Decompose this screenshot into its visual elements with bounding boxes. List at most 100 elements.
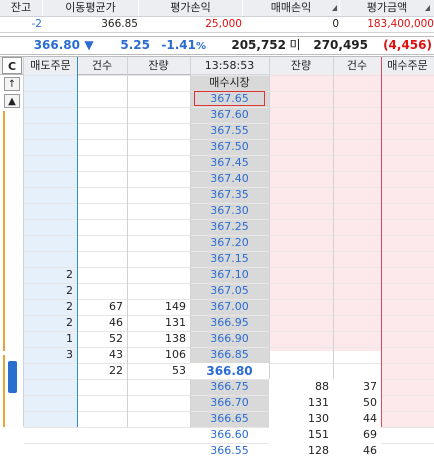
- price-change: 5.25: [120, 38, 150, 52]
- sell-order-cell[interactable]: [24, 187, 77, 203]
- ask-price-cell[interactable]: 367.35: [190, 187, 269, 203]
- buy-qty-cell[interactable]: 130: [269, 411, 333, 427]
- scrollbar-thumb[interactable]: [8, 361, 17, 393]
- ask-price-cell[interactable]: 367.40: [190, 171, 269, 187]
- current-price-cell[interactable]: 366.80: [190, 363, 269, 379]
- buy-count-cell[interactable]: 50: [333, 395, 381, 411]
- sell-count-cell[interactable]: [77, 283, 127, 299]
- down-arrow-icon: ▼: [84, 38, 94, 52]
- sell-qty-cell[interactable]: [127, 267, 190, 283]
- sell-count-cell[interactable]: [77, 203, 127, 219]
- sell-qty-cell[interactable]: [127, 155, 190, 171]
- current-qty-cell[interactable]: 53: [127, 363, 190, 379]
- sell-count-cell[interactable]: [77, 91, 127, 107]
- ask-price-cell[interactable]: 366.85: [190, 347, 269, 363]
- sell-order-cell[interactable]: 2: [24, 267, 77, 283]
- ask-price-cell[interactable]: 366.90: [190, 331, 269, 347]
- bid-price-cell[interactable]: 366.75: [190, 379, 269, 395]
- sell-qty-cell[interactable]: [127, 107, 190, 123]
- sell-count-cell[interactable]: 43: [77, 347, 127, 363]
- current-count-cell[interactable]: 22: [77, 363, 127, 379]
- sell-qty-cell[interactable]: [127, 251, 190, 267]
- ask-price-cell[interactable]: 367.15: [190, 251, 269, 267]
- buy-qty-cell[interactable]: 131: [269, 395, 333, 411]
- avg-price-value: 366.85: [101, 18, 138, 30]
- sell-count-cell[interactable]: [77, 107, 127, 123]
- header-sort-icon[interactable]: [332, 5, 337, 11]
- ask-price-cell[interactable]: 367.10: [190, 267, 269, 283]
- header-trade-pl: 매매손익: [243, 0, 339, 16]
- bid-price-cell[interactable]: 366.70: [190, 395, 269, 411]
- sell-qty-cell[interactable]: 138: [127, 331, 190, 347]
- sell-order-cell[interactable]: 2: [24, 283, 77, 299]
- buy-qty-cell[interactable]: 151: [269, 427, 333, 443]
- sell-order-cell[interactable]: [24, 123, 77, 139]
- ask-price-cell[interactable]: 367.50: [190, 139, 269, 155]
- sell-qty-cell[interactable]: [127, 283, 190, 299]
- market-order-label[interactable]: 매수시장: [190, 75, 269, 91]
- sell-qty-cell[interactable]: 149: [127, 299, 190, 315]
- scroll-up-button[interactable]: ↑: [4, 77, 20, 91]
- sell-count-cell[interactable]: [77, 235, 127, 251]
- sell-count-cell[interactable]: [77, 171, 127, 187]
- ask-price-cell[interactable]: 367.45: [190, 155, 269, 171]
- ask-price-cell[interactable]: 367.20: [190, 235, 269, 251]
- bid-price-cell[interactable]: 366.55: [190, 443, 269, 459]
- ask-price-cell[interactable]: 366.95: [190, 315, 269, 331]
- sell-count-cell[interactable]: [77, 155, 127, 171]
- change-rate-value: -1.41: [161, 38, 196, 52]
- sell-qty-cell[interactable]: [127, 203, 190, 219]
- balance-value: -2: [31, 18, 42, 30]
- buy-count-cell[interactable]: 69: [333, 427, 381, 443]
- ask-price-cell[interactable]: 367.05: [190, 283, 269, 299]
- sell-count-cell[interactable]: [77, 123, 127, 139]
- sell-count-cell[interactable]: [77, 219, 127, 235]
- ask-price-cell[interactable]: 367.00: [190, 299, 269, 315]
- sell-order-cell[interactable]: 3: [24, 347, 77, 363]
- sell-count-cell[interactable]: 52: [77, 331, 127, 347]
- ask-price-cell[interactable]: 367.30: [190, 203, 269, 219]
- sell-qty-cell[interactable]: 106: [127, 347, 190, 363]
- buy-qty-cell[interactable]: 128: [269, 443, 333, 459]
- sell-order-cell[interactable]: [24, 203, 77, 219]
- sell-count-cell[interactable]: 67: [77, 299, 127, 315]
- sell-order-cell[interactable]: 2: [24, 299, 77, 315]
- col-header-sell-count: 건수: [77, 57, 128, 74]
- sell-order-cell[interactable]: 1: [24, 331, 77, 347]
- ask-price-cell[interactable]: 367.60: [190, 107, 269, 123]
- sell-qty-cell[interactable]: [127, 123, 190, 139]
- sell-qty-cell[interactable]: [127, 91, 190, 107]
- sell-order-cell[interactable]: [24, 251, 77, 267]
- header-sort-icon[interactable]: [425, 5, 430, 11]
- sell-order-cell[interactable]: [24, 171, 77, 187]
- sell-count-cell[interactable]: 46: [77, 315, 127, 331]
- sell-count-cell[interactable]: [77, 187, 127, 203]
- sell-order-cell[interactable]: [24, 155, 77, 171]
- sell-qty-cell[interactable]: [127, 139, 190, 155]
- ask-price-cell[interactable]: 367.55: [190, 123, 269, 139]
- sell-count-cell[interactable]: [77, 139, 127, 155]
- c-button[interactable]: C: [2, 57, 22, 74]
- sell-qty-cell[interactable]: [127, 171, 190, 187]
- buy-count-cell[interactable]: 44: [333, 411, 381, 427]
- sell-qty-cell[interactable]: 131: [127, 315, 190, 331]
- sell-order-cell[interactable]: [24, 107, 77, 123]
- bid-price-cell[interactable]: 366.65: [190, 411, 269, 427]
- sell-count-cell[interactable]: [77, 267, 127, 283]
- ask-price-cell[interactable]: 367.25: [190, 219, 269, 235]
- sell-order-cell[interactable]: [24, 219, 77, 235]
- buy-count-cell[interactable]: 37: [333, 379, 381, 395]
- sell-qty-cell[interactable]: [127, 219, 190, 235]
- bid-price-cell[interactable]: 366.60: [190, 427, 269, 443]
- col-header-buy-qty: 잔량: [269, 57, 334, 74]
- sell-qty-cell[interactable]: [127, 187, 190, 203]
- sell-order-cell[interactable]: [24, 91, 77, 107]
- sell-order-cell[interactable]: [24, 235, 77, 251]
- sell-qty-cell[interactable]: [127, 235, 190, 251]
- sell-count-cell[interactable]: [77, 251, 127, 267]
- sell-order-cell[interactable]: [24, 139, 77, 155]
- sell-order-cell[interactable]: 2: [24, 315, 77, 331]
- buy-count-cell[interactable]: 46: [333, 443, 381, 459]
- scroll-up-triangle-button[interactable]: ▲: [4, 94, 20, 108]
- buy-qty-cell[interactable]: 88: [269, 379, 333, 395]
